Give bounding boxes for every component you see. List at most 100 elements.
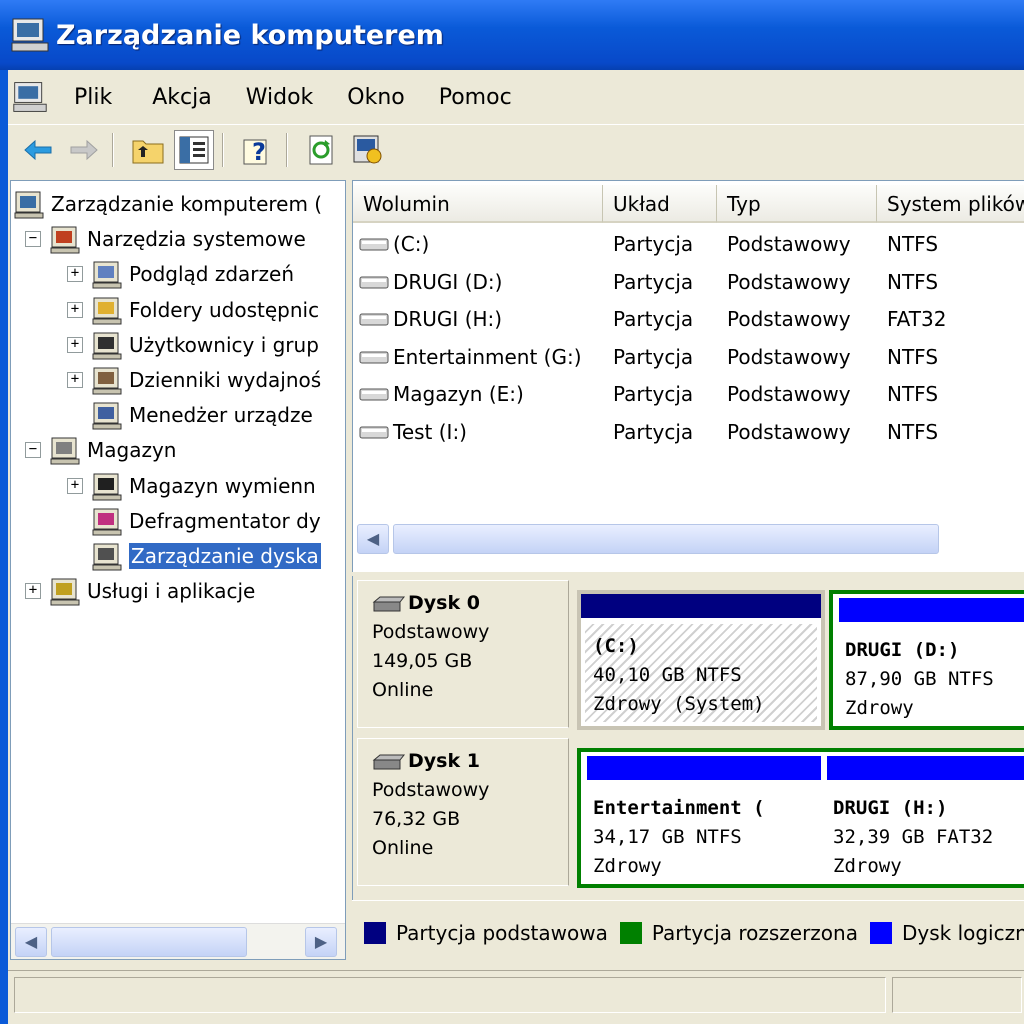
volume-cell: Partycja — [603, 232, 717, 256]
partition-name: (C:) — [593, 635, 639, 657]
help-button[interactable]: ? — [238, 130, 278, 170]
disk-row: Dysk 0 Podstawowy 149,05 GB Online (C:) 40,10… — [353, 576, 1024, 732]
collapse-icon[interactable]: − — [25, 231, 41, 248]
volume-row[interactable]: DRUGI (H:) Partycja Podstawowy FAT32 — [353, 300, 1024, 338]
volume-cell: Podstawowy — [717, 307, 877, 331]
scroll-right-button[interactable]: ▶ — [305, 927, 337, 957]
tree-item[interactable]: + Dzienniki wydajnoś — [67, 363, 321, 397]
system-menu-icon[interactable] — [12, 79, 48, 115]
volume-cell: (C:) — [353, 232, 603, 256]
scroll-left-button[interactable]: ◀ — [357, 524, 389, 554]
scroll-left-button[interactable]: ◀ — [15, 927, 47, 957]
menu-pomoc[interactable]: Pomoc — [439, 85, 512, 110]
volume-cell: DRUGI (H:) — [353, 307, 603, 331]
tree-item[interactable]: Menedżer urządze — [67, 398, 313, 432]
volume-cell-text: Podstawowy — [727, 344, 851, 369]
disk-info[interactable]: Dysk 0 Podstawowy 149,05 GB Online — [357, 580, 569, 728]
partition-details: DRUGI (H:) 32,39 GB FAT32 Zdrowy — [825, 786, 1023, 880]
menu-plik[interactable]: Plik — [74, 85, 112, 110]
volume-cell-text: Podstawowy — [727, 269, 851, 294]
drive-icon — [359, 276, 389, 288]
expand-icon[interactable]: + — [67, 301, 83, 318]
volume-row[interactable]: DRUGI (D:) Partycja Podstawowy NTFS — [353, 263, 1024, 301]
scroll-thumb[interactable] — [51, 927, 247, 957]
tree-item[interactable]: Zarządzanie komputerem ( — [13, 187, 322, 221]
volume-row[interactable]: Magazyn (E:) Partycja Podstawowy NTFS — [353, 375, 1024, 413]
tree-item-label: Magazyn — [87, 438, 177, 463]
expand-icon[interactable]: + — [25, 583, 41, 600]
partition-block[interactable]: Entertainment (34,17 GB NTFS Zdrowy — [577, 748, 821, 888]
partition-health: Zdrowy — [593, 855, 662, 877]
legend-swatch-logical — [869, 921, 892, 944]
partition-type-bar — [587, 756, 821, 780]
volume-cell-text: Entertainment (G:) — [393, 344, 582, 369]
tree-item[interactable]: + Podgląd zdarzeń — [67, 257, 294, 291]
tree-item-label: Foldery udostępnic — [129, 297, 320, 322]
volume-cell: Partycja — [603, 382, 717, 406]
column-header-typ[interactable]: Typ — [717, 185, 877, 223]
expand-icon[interactable]: + — [67, 336, 83, 353]
partition-name: DRUGI (H:) — [833, 797, 948, 819]
volume-cell: Magazyn (E:) — [353, 382, 603, 406]
volume-row[interactable]: Entertainment (G:) Partycja Podstawowy NTFS — [353, 338, 1024, 376]
partition-type-bar — [827, 756, 1024, 780]
volume-cell: FAT32 — [877, 307, 1024, 331]
tree-item[interactable]: Defragmentator dy — [67, 504, 321, 538]
tree-item[interactable]: + Foldery udostępnic — [67, 293, 319, 327]
menu-okno[interactable]: Okno — [347, 85, 404, 110]
toolbar-separator — [286, 132, 288, 167]
tree-item-label: Użytkownicy i grup — [129, 332, 319, 357]
tree-item[interactable]: Zarządzanie dyska — [67, 539, 321, 573]
up-level-button[interactable] — [128, 130, 168, 170]
refresh-button[interactable] — [302, 130, 342, 170]
disk-row: Dysk 1 Podstawowy 76,32 GB Online Entertainm… — [353, 734, 1024, 890]
partition-details: Entertainment (34,17 GB NTFS Zdrowy — [585, 786, 817, 880]
tree-item[interactable]: + Usługi i aplikacje — [25, 574, 255, 608]
partition-health: Zdrowy — [833, 855, 902, 877]
partition-block[interactable]: DRUGI (H:) 32,39 GB FAT32 Zdrowy — [821, 748, 1024, 888]
volume-cell-text: NTFS — [887, 232, 939, 256]
partition-health: Zdrowy — [845, 697, 914, 719]
column-header-uklad[interactable]: Układ — [603, 185, 717, 223]
scroll-thumb[interactable] — [393, 524, 939, 554]
tree-item-label: Zarządzanie komputerem ( — [51, 192, 323, 216]
volume-cell: Entertainment (G:) — [353, 345, 603, 369]
volume-cell-text: Podstawowy — [727, 382, 851, 406]
tree-line-spacer — [67, 548, 83, 564]
tree-item[interactable]: + Użytkownicy i grup — [67, 328, 319, 362]
volume-row[interactable]: Test (I:) Partycja Podstawowy NTFS — [353, 413, 1024, 451]
volume-cell-text: Partycja — [613, 307, 694, 331]
volume-cell-text: Test (I:) — [393, 419, 467, 444]
forward-button[interactable] — [64, 130, 104, 170]
tree-item[interactable]: − Narzędzia systemowe — [25, 222, 306, 256]
tree-node-icon — [92, 332, 122, 360]
partition-block[interactable]: DRUGI (D:) 87,90 GB NTFS Zdrowy — [829, 590, 1024, 730]
volume-cell: NTFS — [877, 270, 1024, 294]
menu-akcja[interactable]: Akcja — [152, 85, 211, 110]
partition-size: 87,90 GB NTFS — [845, 668, 994, 690]
column-header-system-plikow[interactable]: System plików — [877, 185, 1024, 223]
partition-details: (C:) 40,10 GB NTFS Zdrowy (System) — [585, 624, 817, 722]
expand-icon[interactable]: + — [67, 477, 83, 494]
back-button[interactable] — [18, 130, 58, 170]
status-bar — [8, 970, 1024, 1018]
properties-button[interactable] — [348, 130, 388, 170]
show-hide-tree-button[interactable] — [174, 129, 214, 170]
partition-block[interactable]: (C:) 40,10 GB NTFS Zdrowy (System) — [577, 590, 825, 730]
partition-size: 34,17 GB NTFS — [593, 826, 742, 848]
volume-cell: NTFS — [877, 382, 1024, 406]
list-horizontal-scrollbar[interactable]: ◀ — [353, 521, 1024, 557]
menu-widok[interactable]: Widok — [246, 85, 314, 110]
expand-icon[interactable]: + — [67, 266, 83, 283]
volume-row[interactable]: (C:) Partycja Podstawowy NTFS — [353, 225, 1024, 263]
tree-node-icon — [92, 367, 122, 395]
disk-info[interactable]: Dysk 1 Podstawowy 76,32 GB Online — [357, 738, 569, 886]
status-bar-section — [892, 977, 1022, 1013]
tree-item[interactable]: + Magazyn wymienn — [67, 469, 316, 503]
column-header-wolumin[interactable]: Wolumin — [353, 185, 603, 223]
help-icon: ? — [243, 138, 267, 166]
expand-icon[interactable]: + — [67, 372, 83, 388]
tree-horizontal-scrollbar[interactable]: ◀ ▶ — [11, 923, 345, 959]
collapse-icon[interactable]: − — [25, 442, 41, 459]
tree-item[interactable]: − Magazyn — [25, 433, 176, 467]
